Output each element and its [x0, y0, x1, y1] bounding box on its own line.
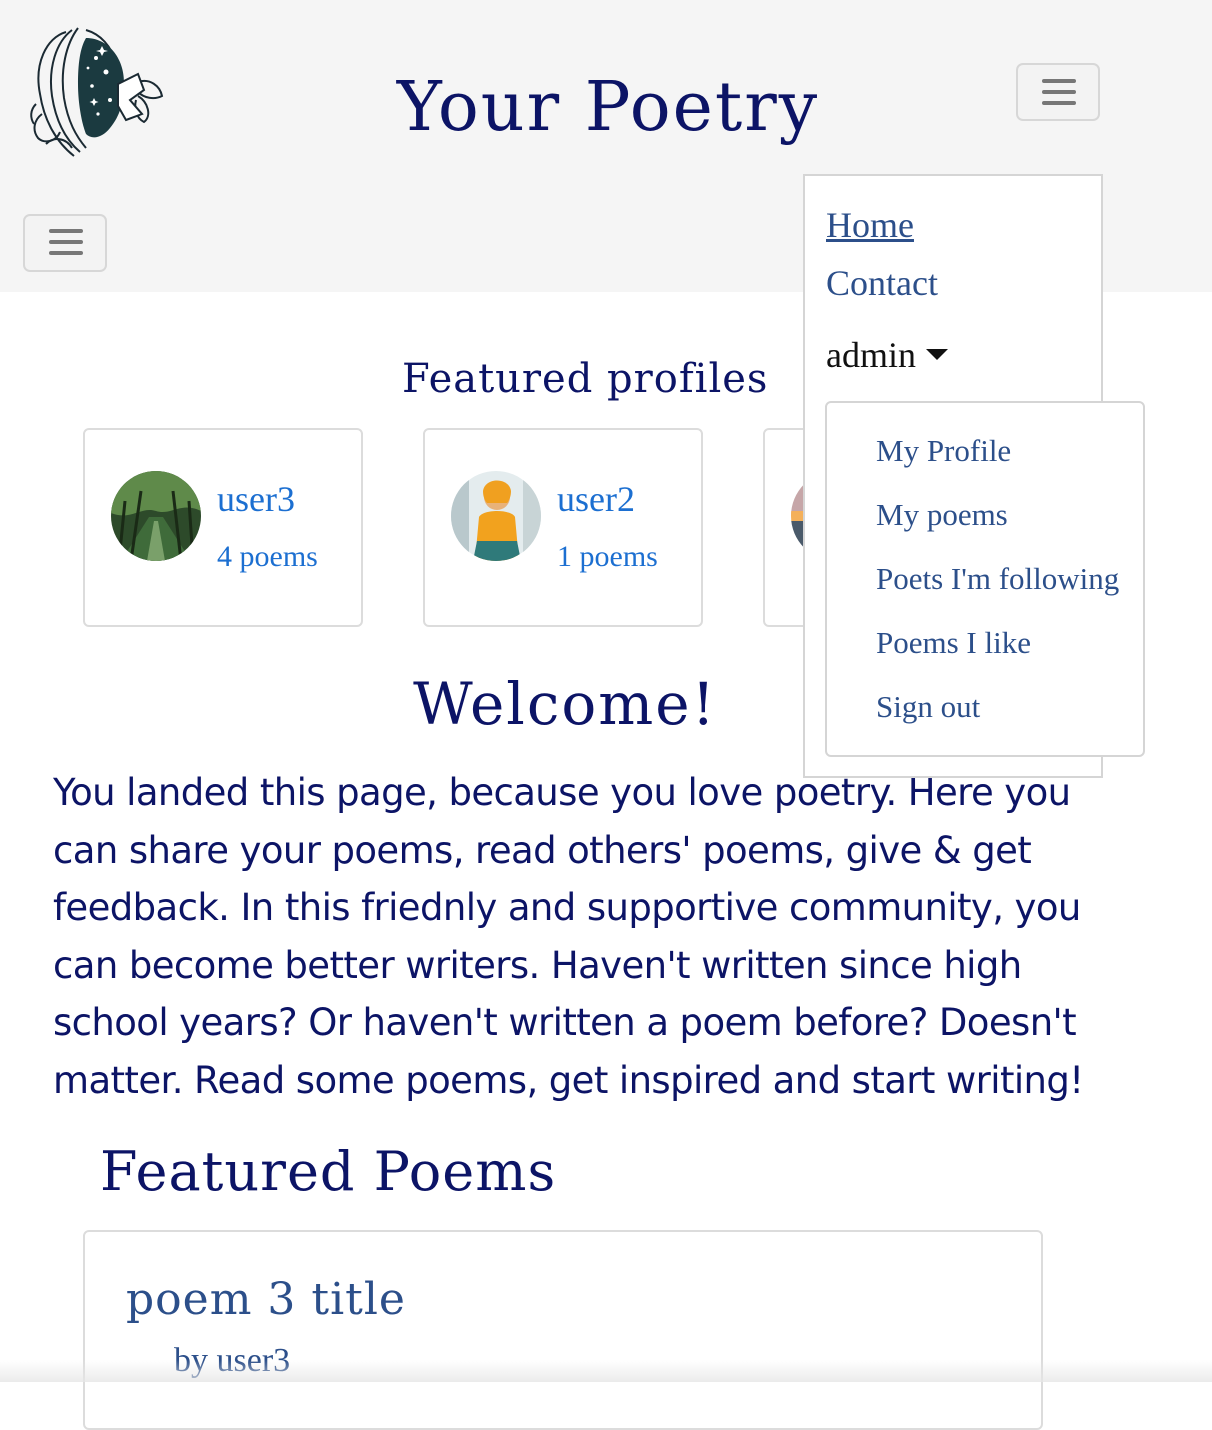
- user-dropdown-menu: My Profile My poems Poets I'm following …: [825, 401, 1145, 757]
- poem-title[interactable]: poem 3 title: [126, 1274, 406, 1325]
- featured-profiles-heading: Featured profiles: [402, 356, 769, 402]
- user-dropdown-label: admin: [826, 335, 916, 375]
- menu-item-sign-out[interactable]: Sign out: [876, 689, 980, 725]
- navbar-toggler-button[interactable]: [1016, 63, 1100, 121]
- menu-item-my-poems[interactable]: My poems: [876, 497, 1008, 533]
- avatar[interactable]: [451, 471, 541, 561]
- profile-poem-count[interactable]: 4 poems: [217, 540, 318, 574]
- avatar[interactable]: [111, 471, 201, 561]
- menu-item-my-profile[interactable]: My Profile: [876, 433, 1011, 469]
- nav-contact-link[interactable]: Contact: [826, 262, 938, 304]
- nav-home-link[interactable]: Home: [826, 204, 914, 246]
- menu-item-poets-following[interactable]: Poets I'm following: [876, 561, 1119, 597]
- scroll-fade: [0, 1360, 1212, 1382]
- profile-poem-count[interactable]: 1 poems: [557, 540, 658, 574]
- profile-card[interactable]: user2 1 poems: [423, 428, 703, 627]
- caret-down-icon: [925, 349, 948, 361]
- profile-username[interactable]: user2: [557, 478, 635, 520]
- featured-poems-heading: Featured Poems: [100, 1140, 557, 1203]
- poem-card[interactable]: poem 3 title by user3: [83, 1230, 1043, 1430]
- welcome-text: You landed this page, because you love p…: [53, 771, 1084, 1102]
- profile-username[interactable]: user3: [217, 478, 295, 520]
- menu-item-poems-liked[interactable]: Poems I like: [876, 625, 1031, 661]
- user-dropdown-toggle[interactable]: admin: [826, 334, 948, 376]
- hamburger-icon: [1042, 79, 1076, 83]
- hamburger-icon: [49, 229, 83, 233]
- secondary-menu-toggler-button[interactable]: [23, 214, 107, 272]
- profile-card[interactable]: user3 4 poems: [83, 428, 363, 627]
